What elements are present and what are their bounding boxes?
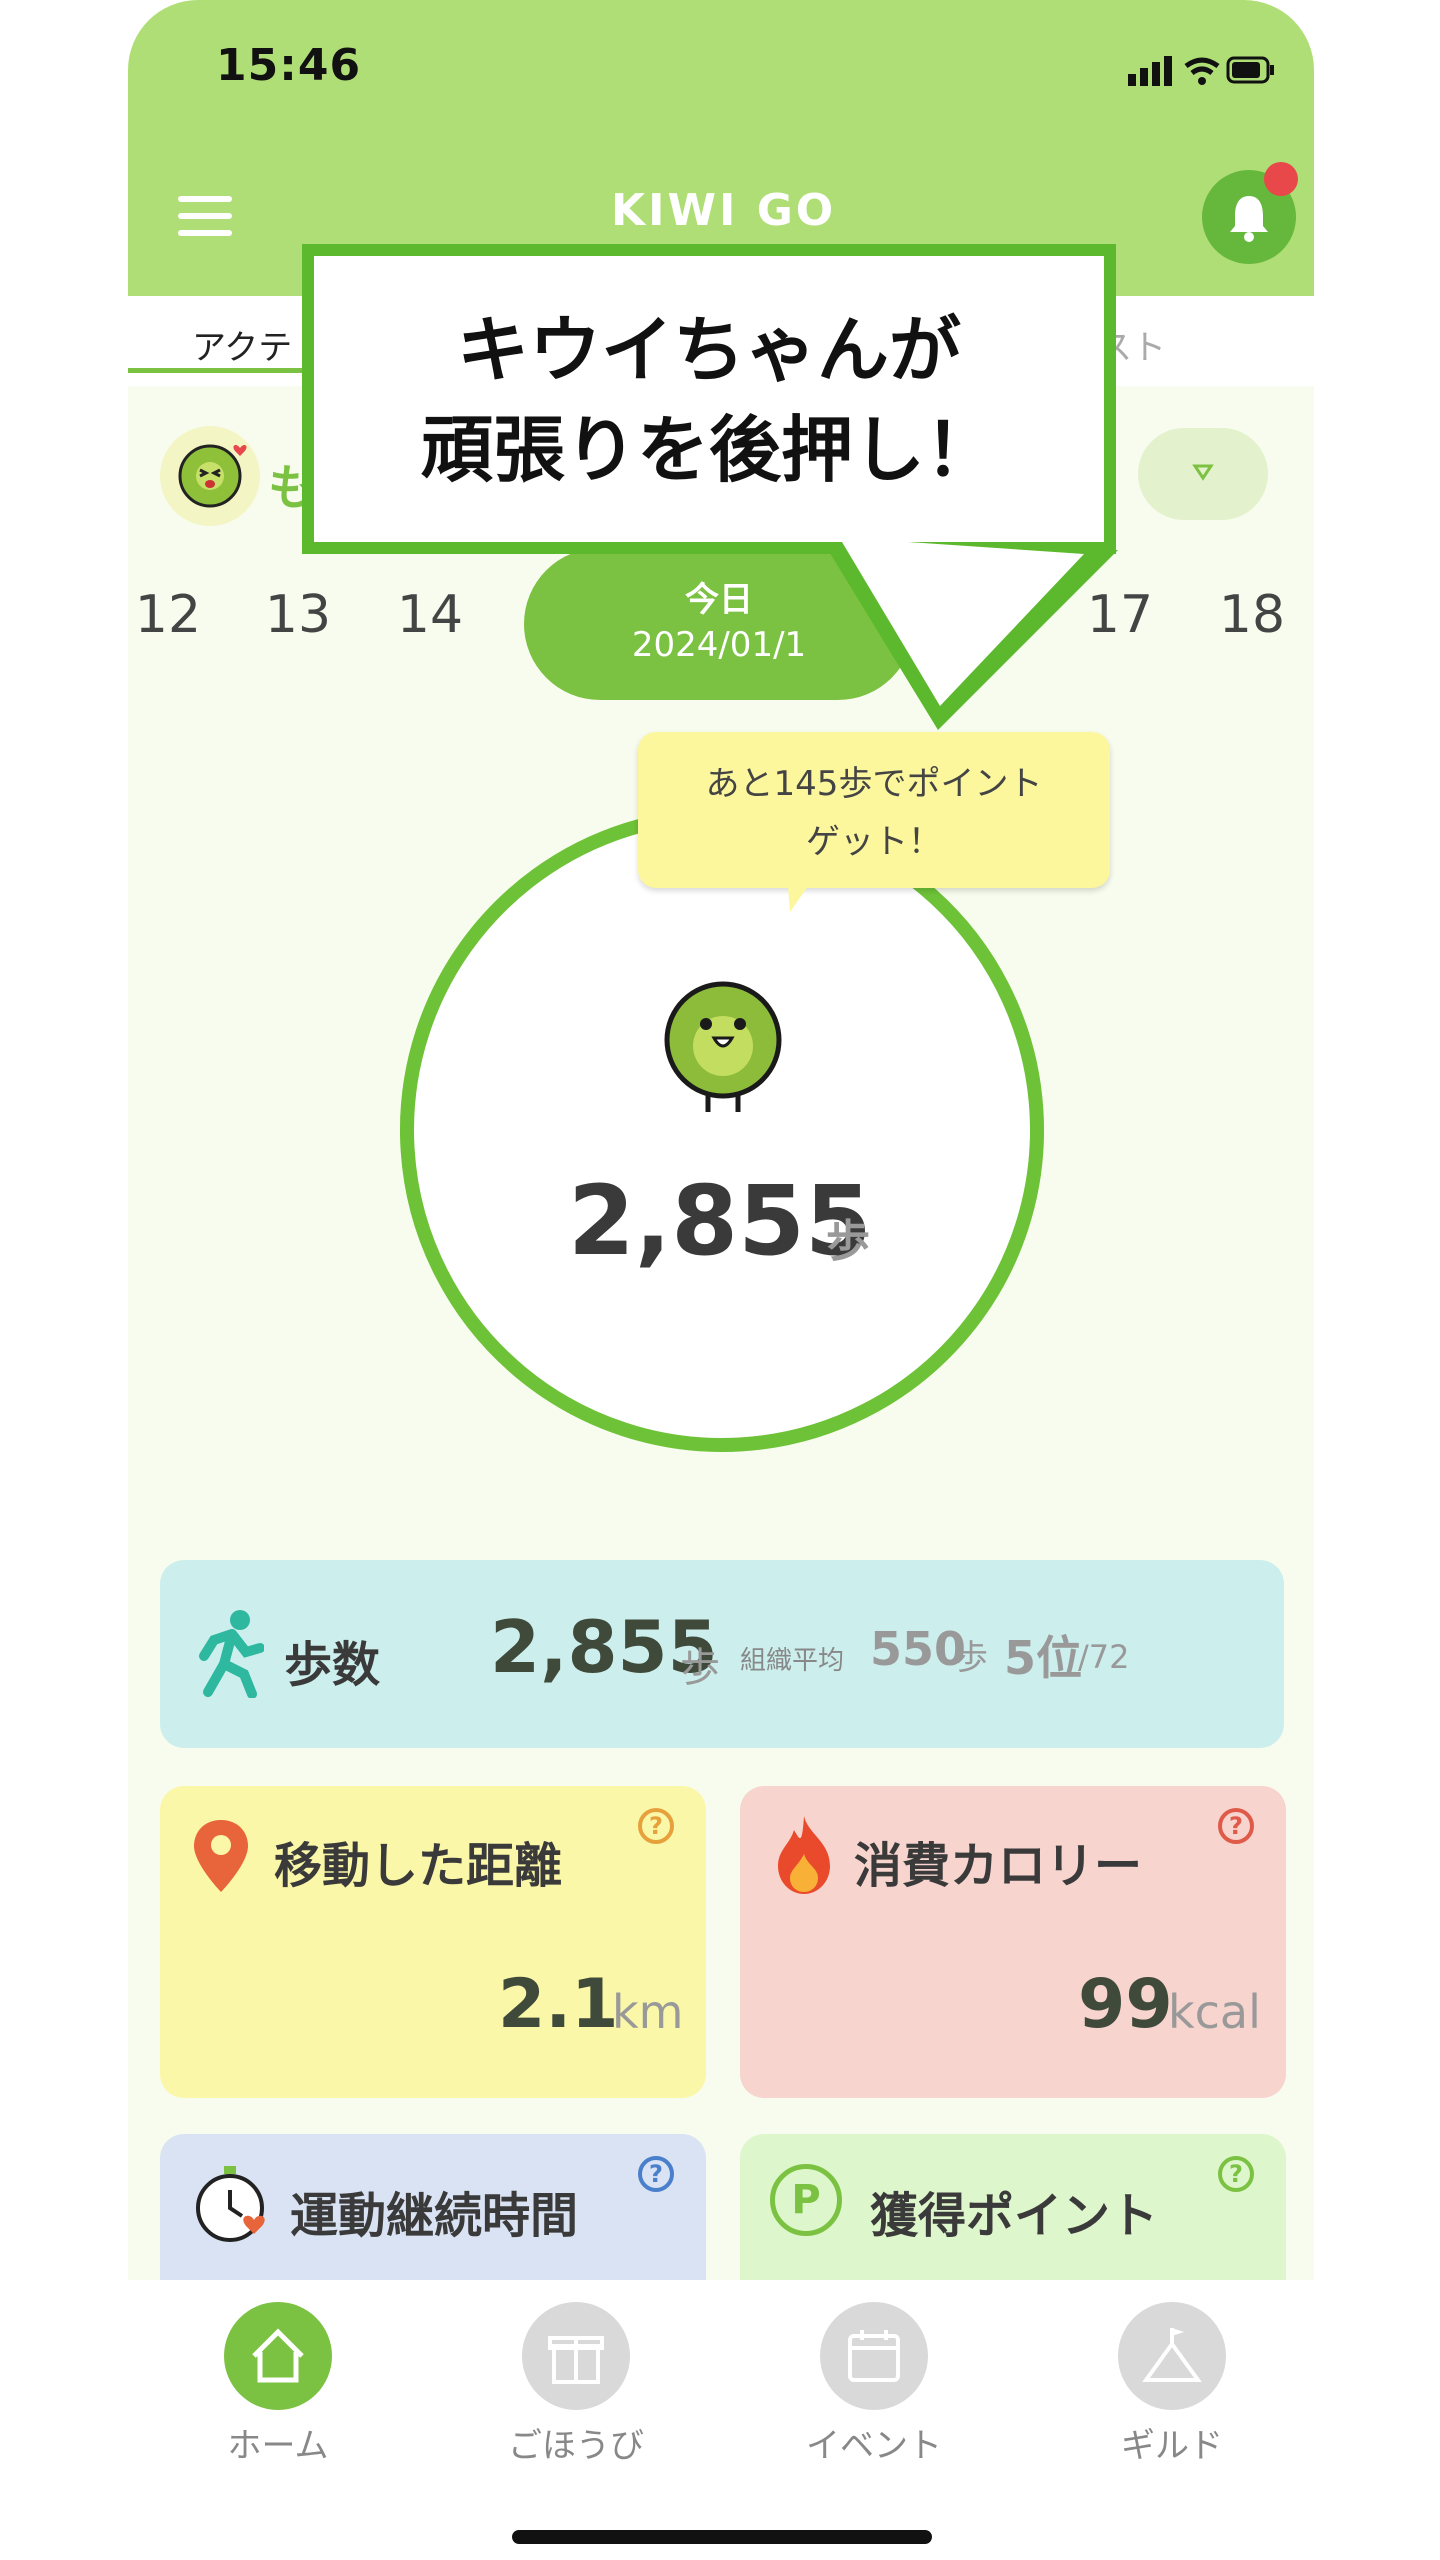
kiwi-avatar-icon bbox=[178, 444, 247, 508]
app-logo: KIWI GO bbox=[611, 185, 837, 236]
running-person-icon bbox=[199, 1610, 264, 1698]
calendar-icon bbox=[848, 2330, 900, 2382]
nav-rewards-button[interactable] bbox=[522, 2302, 630, 2410]
calorie-card-title: 消費カロリー bbox=[854, 1838, 1143, 1894]
callout-pointer bbox=[828, 542, 1118, 730]
steps-card-unit: 歩 bbox=[680, 1645, 720, 1691]
distance-card-title: 移動した距離 bbox=[274, 1838, 563, 1894]
tooltip-line-1: あと145歩でポイント bbox=[705, 764, 1043, 804]
notification-badge bbox=[1264, 162, 1298, 196]
calorie-value: 99 bbox=[1078, 1965, 1173, 2044]
stopwatch-icon bbox=[196, 2166, 265, 2242]
nav-home-label[interactable]: ホーム bbox=[168, 2418, 388, 2467]
calorie-unit: kcal bbox=[1168, 1985, 1261, 2039]
status-time: 15:46 bbox=[216, 40, 362, 91]
flame-icon bbox=[778, 1816, 830, 1894]
signal-bar-2 bbox=[1140, 68, 1148, 86]
tent-flag-icon bbox=[1142, 2328, 1202, 2382]
wifi-icon bbox=[1184, 57, 1220, 69]
nav-home-button[interactable] bbox=[224, 2302, 332, 2410]
distance-unit: km bbox=[612, 1985, 684, 2039]
date-12[interactable]: 12 bbox=[128, 585, 208, 645]
status-icons bbox=[1128, 56, 1274, 86]
nav-events-label[interactable]: イベント bbox=[764, 2418, 984, 2467]
home-indicator[interactable] bbox=[512, 2530, 932, 2544]
status-bar: 15:46 bbox=[128, 0, 1314, 140]
tooltip-tail bbox=[788, 886, 808, 912]
steps-card-title: 歩数 bbox=[284, 1637, 381, 1693]
distance-help-icon[interactable]: ? bbox=[638, 1808, 674, 1844]
kiwi-mascot-icon bbox=[664, 981, 782, 1112]
tab-activity[interactable]: アクテ bbox=[192, 320, 292, 369]
points-tooltip-text: あと145歩でポイント ゲット！ bbox=[638, 755, 1110, 871]
nav-events-button[interactable] bbox=[820, 2302, 928, 2410]
home-icon bbox=[252, 2328, 304, 2383]
step-progress-ring bbox=[400, 808, 1044, 1452]
promo-callout-text: キウイちゃんが 頑張りを後押し！ bbox=[314, 300, 1104, 500]
calorie-help-icon[interactable]: ? bbox=[1218, 1808, 1254, 1844]
group-selector[interactable] bbox=[1138, 428, 1268, 520]
date-18[interactable]: 18 bbox=[1212, 585, 1292, 645]
gift-icon bbox=[548, 2336, 604, 2384]
org-average-unit: 歩 bbox=[954, 1638, 988, 1678]
point-coin-icon: P bbox=[770, 2164, 842, 2236]
callout-line-2: 頑張りを後押し！ bbox=[420, 408, 997, 492]
phone-screen: 15:46 KIWI GO アクテ スト も 12 13 14 今日 2024/… bbox=[128, 0, 1314, 2560]
today-step-unit: 歩 bbox=[826, 1216, 870, 1267]
date-14[interactable]: 14 bbox=[390, 585, 470, 645]
signal-bar-1 bbox=[1128, 74, 1136, 86]
signal-bar-3 bbox=[1152, 62, 1160, 86]
callout-line-1: キウイちゃんが bbox=[456, 308, 961, 392]
signal-bar-4 bbox=[1164, 56, 1172, 86]
exercise-time-title: 運動継続時間 bbox=[290, 2188, 579, 2244]
points-help-icon[interactable]: ? bbox=[1218, 2156, 1254, 2192]
nav-guild-label[interactable]: ギルド bbox=[1062, 2418, 1282, 2467]
points-card-title: 獲得ポイント bbox=[870, 2188, 1159, 2244]
org-average-value: 550 bbox=[870, 1622, 967, 1676]
rank-total: /72 bbox=[1078, 1638, 1130, 1676]
tooltip-line-2: ゲット！ bbox=[806, 822, 942, 862]
menu-icon[interactable] bbox=[178, 196, 232, 236]
distance-value: 2.1 bbox=[498, 1965, 619, 2044]
user-avatar[interactable] bbox=[160, 426, 260, 526]
org-average-label: 組織平均 bbox=[740, 1646, 845, 1676]
rank-value: 5位 bbox=[1004, 1631, 1083, 1685]
chevron-down-icon bbox=[1192, 464, 1214, 481]
exercise-time-help-icon[interactable]: ? bbox=[638, 2156, 674, 2192]
nav-guild-button[interactable] bbox=[1118, 2302, 1226, 2410]
map-pin-icon bbox=[194, 1820, 248, 1892]
date-13[interactable]: 13 bbox=[258, 585, 338, 645]
nav-rewards-label[interactable]: ごほうび bbox=[466, 2418, 686, 2467]
